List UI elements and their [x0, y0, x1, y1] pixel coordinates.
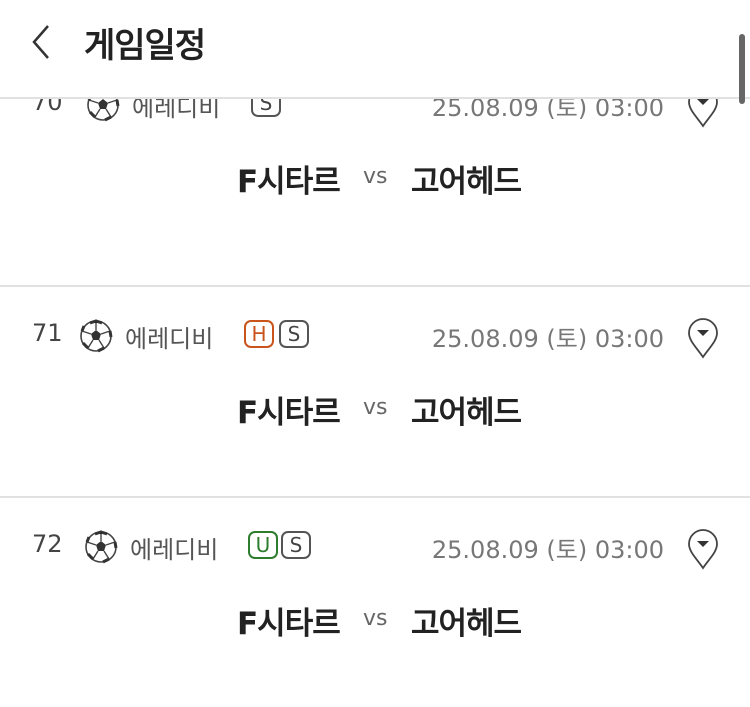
match-up: F시타르 vs 고어헤드: [0, 156, 750, 206]
badge-under-over: U: [248, 531, 278, 559]
soccer-ball-icon: [80, 319, 113, 353]
league-name: 에레디비: [125, 325, 214, 353]
game-row[interactable]: 72 에레디비 U S 25.08.09 (토) 03:00 F시타르 vs 고…: [0, 498, 750, 707]
away-team: 고어헤드: [411, 164, 522, 200]
vs-label: vs: [363, 606, 388, 631]
away-team: 고어헤드: [411, 606, 522, 642]
back-button[interactable]: [24, 20, 64, 64]
badge-handicap: H: [244, 320, 274, 348]
map-pin-icon[interactable]: [686, 528, 720, 570]
match-up: F시타르 vs 고어헤드: [0, 387, 750, 437]
league-name: 에레디비: [130, 536, 219, 564]
badge-special: S: [279, 320, 309, 348]
scrollbar[interactable]: [739, 34, 745, 104]
page-title: 게임일정: [84, 26, 206, 66]
game-list: 70 에레디비 S 25.08.09 (토) 03:00 F시타르 vs 고어헤…: [0, 87, 750, 707]
game-number: 71: [32, 319, 63, 347]
home-team: F시타르: [237, 164, 341, 200]
vs-label: vs: [363, 395, 388, 420]
badge-special: S: [281, 531, 311, 559]
home-team: F시타르: [237, 606, 341, 642]
away-team: 고어헤드: [411, 395, 522, 431]
match-up: F시타르 vs 고어헤드: [0, 598, 750, 648]
vs-label: vs: [363, 164, 388, 189]
header-bar: 게임일정: [0, 0, 750, 99]
game-datetime: 25.08.09 (토) 03:00: [431, 325, 664, 353]
soccer-ball-icon: [85, 530, 118, 564]
game-datetime: 25.08.09 (토) 03:00: [431, 536, 664, 564]
game-number: 72: [32, 530, 63, 558]
game-row[interactable]: 70 에레디비 S 25.08.09 (토) 03:00 F시타르 vs 고어헤…: [0, 87, 750, 287]
map-pin-icon[interactable]: [686, 317, 720, 359]
game-row[interactable]: 71 에레디비 H S 25.08.09 (토) 03:00 F시타르 vs 고…: [0, 287, 750, 498]
home-team: F시타르: [237, 395, 341, 431]
chevron-left-icon: [32, 25, 49, 59]
